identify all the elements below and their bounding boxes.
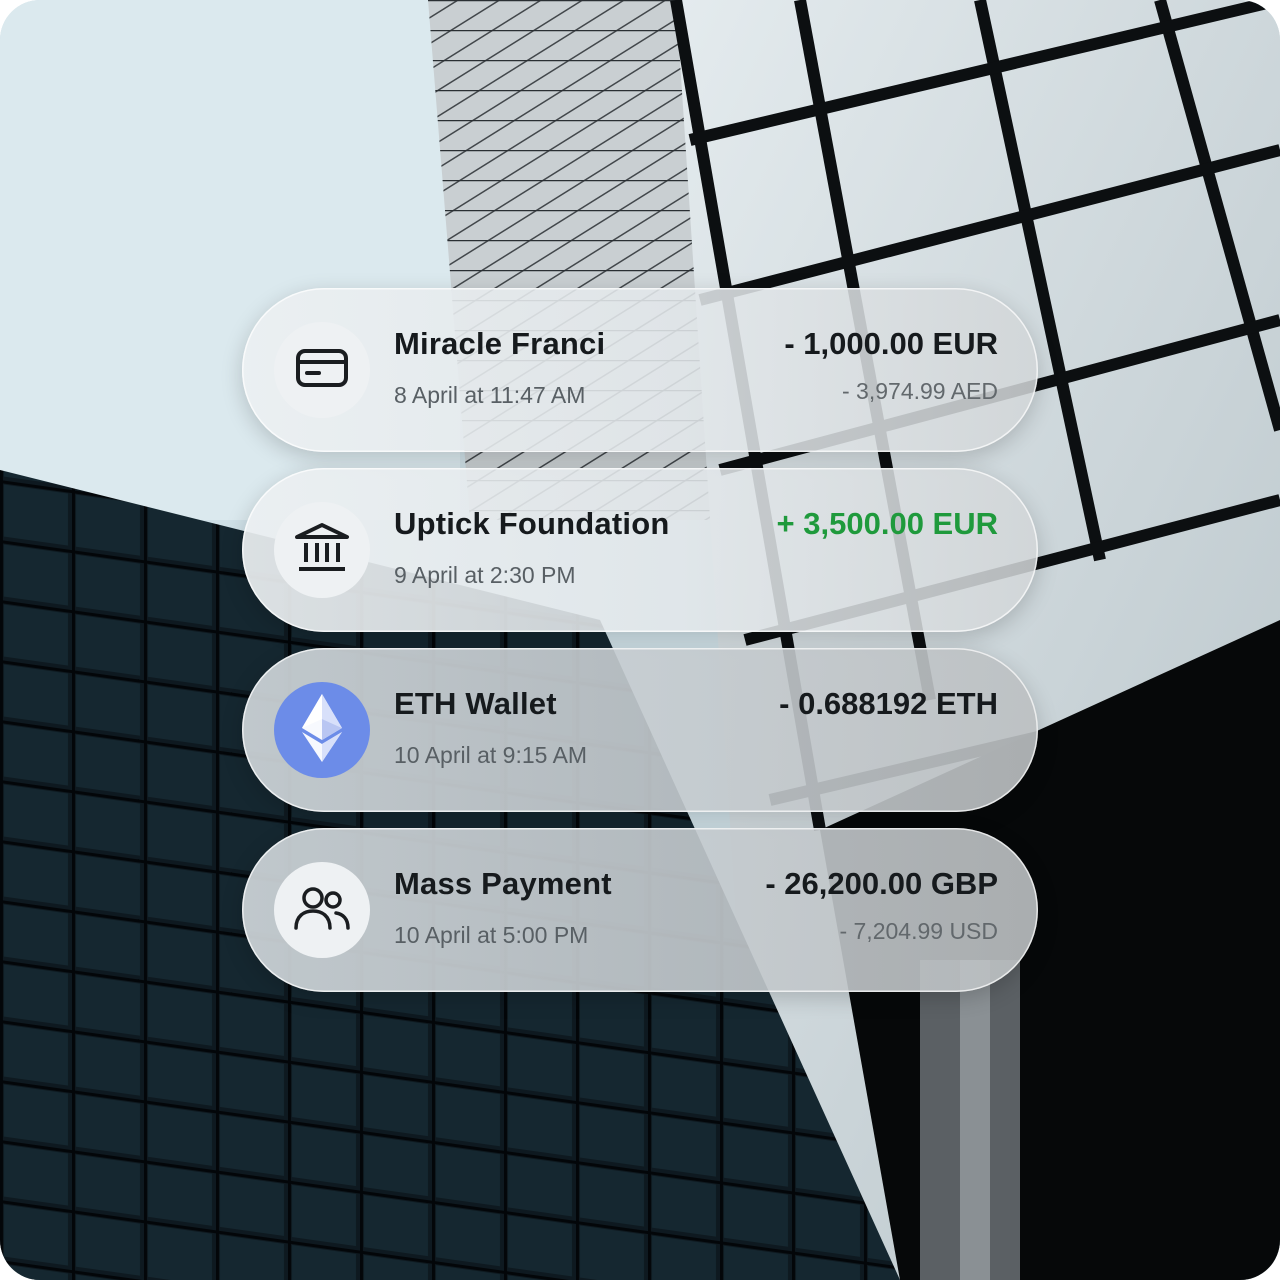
transaction-datetime: 10 April at 9:15 AM — [394, 742, 588, 768]
transaction-name: Uptick Foundation — [394, 506, 670, 541]
transaction-name: Miracle Franci — [394, 326, 606, 361]
transaction-card[interactable]: Mass Payment 10 April at 5:00 PM - 26,20… — [242, 828, 1038, 992]
users-icon — [292, 884, 352, 937]
transaction-icon-badge — [274, 502, 370, 598]
transaction-datetime: 9 April at 2:30 PM — [394, 562, 576, 588]
ethereum-icon — [300, 692, 344, 769]
transaction-name: Mass Payment — [394, 866, 612, 901]
transaction-icon-badge — [274, 682, 370, 778]
transaction-card[interactable]: ETH Wallet 10 April at 9:15 AM - 0.68819… — [242, 648, 1038, 812]
transaction-amount: + 3,500.00 EUR — [776, 506, 998, 541]
transaction-name: ETH Wallet — [394, 686, 557, 721]
building-facade-image — [0, 0, 1280, 1280]
transaction-amount-converted: - 7,204.99 USD — [839, 918, 998, 944]
card-icon — [295, 348, 349, 393]
transaction-icon-badge — [274, 862, 370, 958]
transaction-amount-converted: - 3,974.99 AED — [842, 378, 998, 404]
transaction-datetime: 8 April at 11:47 AM — [394, 382, 586, 408]
transaction-card[interactable]: Miracle Franci 8 April at 11:47 AM - 1,0… — [242, 288, 1038, 452]
transaction-icon-badge — [274, 322, 370, 418]
bank-icon — [294, 522, 350, 579]
transaction-datetime: 10 April at 5:00 PM — [394, 922, 589, 948]
background-photo: Miracle Franci 8 April at 11:47 AM - 1,0… — [0, 0, 1280, 1280]
transaction-amount: - 26,200.00 GBP — [765, 866, 998, 901]
transaction-amount: - 1,000.00 EUR — [784, 326, 998, 361]
transaction-card[interactable]: Uptick Foundation 9 April at 2:30 PM + 3… — [242, 468, 1038, 632]
transaction-amount: - 0.688192 ETH — [779, 686, 998, 721]
